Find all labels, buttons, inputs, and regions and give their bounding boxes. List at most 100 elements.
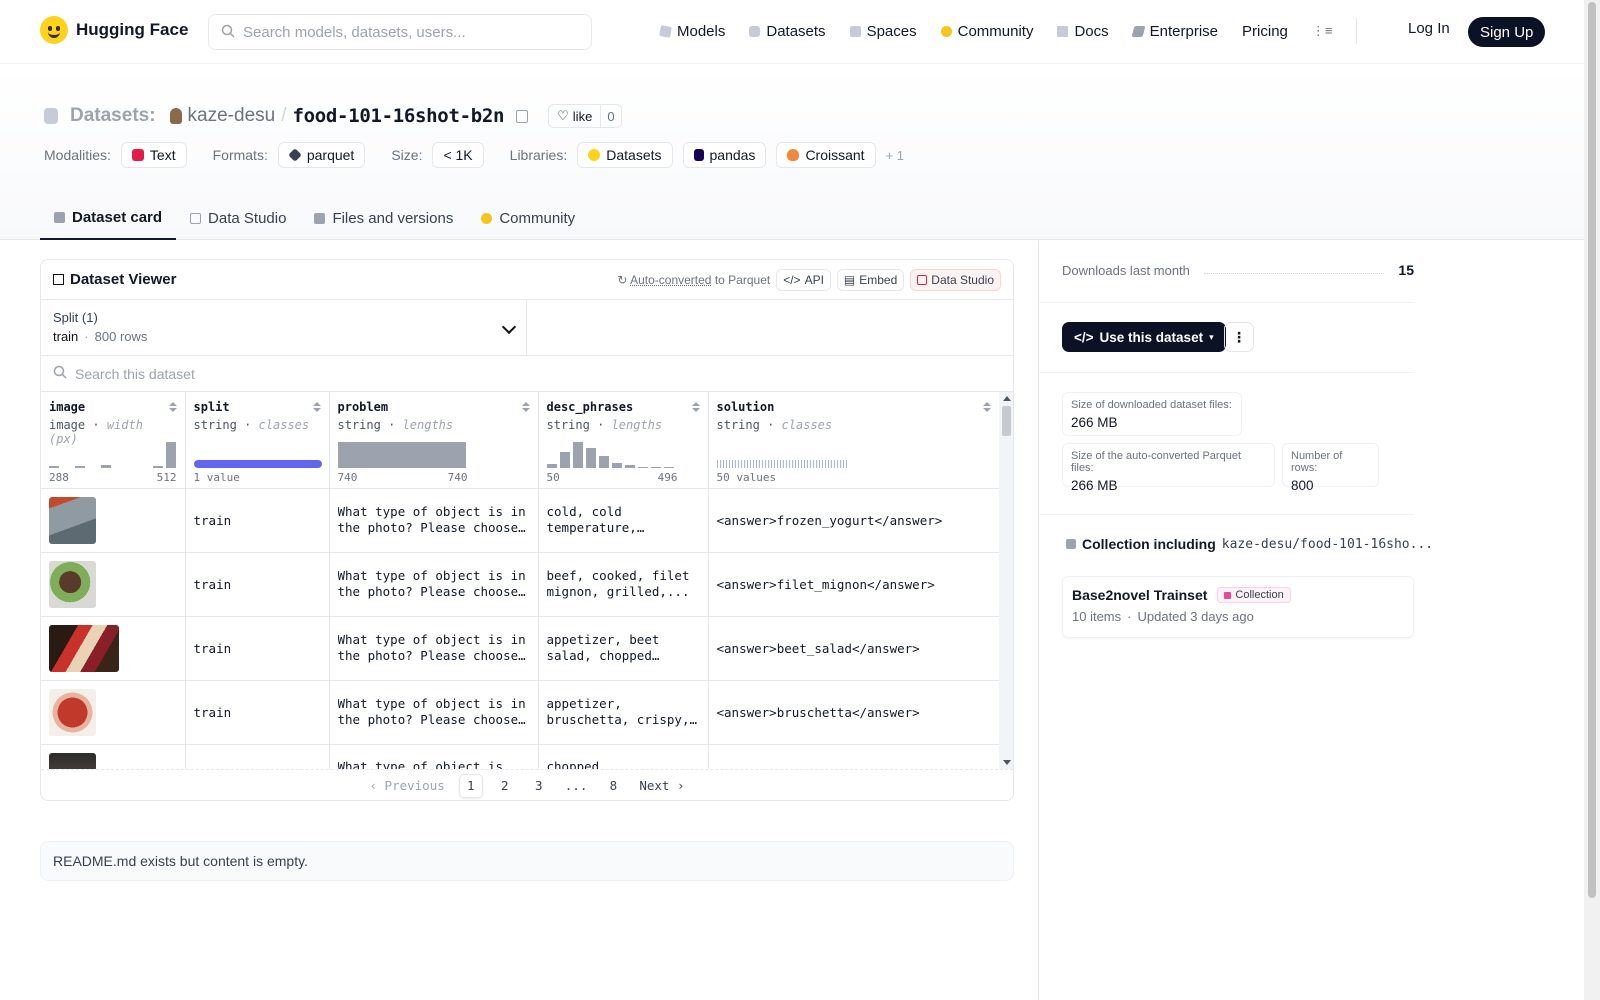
more-options-icon[interactable]: ⋮ (1224, 322, 1254, 352)
size-chip[interactable]: < 1K (432, 142, 484, 168)
format-chip[interactable]: parquet (277, 142, 366, 168)
parquet-size-stat: Size of the auto-converted Parquet files… (1062, 443, 1275, 493)
global-search[interactable] (208, 14, 592, 50)
column-header-problem[interactable]: problem string · lengths 740 740 (329, 392, 539, 489)
sort-icon[interactable] (168, 402, 177, 412)
sidebar-separator (1038, 514, 1414, 515)
collection-badge: Collection (1217, 587, 1291, 603)
community-icon (940, 25, 952, 37)
repo-kind-link[interactable]: Datasets: (70, 105, 156, 127)
downloads-label: Downloads last month (1062, 262, 1190, 278)
scroll-up-icon[interactable] (1003, 396, 1011, 401)
table-scroll-thumb[interactable] (1002, 406, 1011, 436)
collection-badge-icon (1224, 591, 1232, 599)
nav-datasets[interactable]: Datasets (749, 23, 826, 40)
row-image-thumbnail[interactable] (49, 560, 96, 608)
viewer-header: Dataset Viewer ↻ Auto-converted to Parqu… (41, 260, 1013, 300)
page-8-button[interactable]: 8 (601, 774, 625, 798)
scroll-down-icon[interactable] (1003, 760, 1011, 765)
text-modality-icon (131, 149, 144, 161)
table-icon (190, 212, 202, 224)
sort-icon[interactable] (312, 402, 321, 412)
row-image-thumbnail[interactable] (49, 624, 119, 672)
library-chip-datasets[interactable]: Datasets (577, 142, 673, 168)
table-scrollbar[interactable] (999, 392, 1013, 769)
nav-enterprise[interactable]: Enterprise (1131, 23, 1218, 40)
table-row[interactable]: What type of object is in... chopped veg… (41, 744, 999, 769)
column-header-desc-phrases[interactable]: desc_phrases string · lengths 50 496 (538, 392, 709, 489)
downloads-count: 15 (1398, 262, 1414, 278)
split-value: train · 800 rows (53, 329, 148, 344)
signup-button[interactable]: Sign Up (1468, 17, 1546, 47)
like-button[interactable]: ♡ like 0 (548, 104, 622, 128)
page-1-button[interactable]: 1 (458, 773, 483, 798)
split-selector[interactable]: Split (1) train · 800 rows (41, 300, 527, 355)
table-row[interactable]: train What type of object is in the phot… (41, 552, 999, 617)
size-label: Size: (391, 147, 423, 163)
split-classes-bar (193, 459, 322, 468)
split-row: Split (1) train · 800 rows (41, 300, 1013, 356)
repo-owner-link[interactable]: kaze-desu (169, 105, 275, 127)
more-libraries[interactable]: + 1 (886, 148, 904, 163)
library-chip-croissant[interactable]: Croissant (776, 142, 876, 168)
row-image-thumbnail[interactable] (49, 496, 96, 544)
row-image-thumbnail[interactable] (49, 688, 96, 736)
nav-spaces[interactable]: Spaces (849, 23, 917, 40)
sort-icon[interactable] (983, 402, 991, 412)
table-row[interactable]: train What type of object is in the phot… (41, 488, 999, 553)
table-row[interactable]: train What type of object is in the phot… (41, 680, 999, 745)
top-navigation: Hugging Face Models Datasets Spaces Comm… (0, 0, 1584, 64)
more-menu-icon[interactable]: ⋮≡ (1312, 23, 1333, 39)
brand-link[interactable]: Hugging Face (40, 16, 188, 44)
previous-page-button[interactable]: ‹ Previous (365, 774, 448, 798)
tab-dataset-card[interactable]: Dataset card (40, 196, 177, 240)
collection-meta: 10 items · Updated 3 days ago (1072, 609, 1254, 624)
api-button[interactable]: </> API (776, 268, 831, 291)
modality-chip[interactable]: Text (120, 142, 187, 168)
tab-files-and-versions[interactable]: Files and versions (300, 196, 467, 240)
like-count: 0 (607, 108, 615, 124)
page-3-button[interactable]: 3 (527, 774, 551, 798)
desc-length-histogram (546, 440, 674, 468)
column-header-split[interactable]: split string · classes 1 value (185, 392, 330, 489)
collections-heading: Collection including kaze-desu/food-101-… (1066, 536, 1433, 552)
viewer-title: Dataset Viewer (53, 271, 176, 288)
nav-docs[interactable]: Docs (1057, 23, 1109, 40)
column-header-image[interactable]: image image · width (px) 288 512 (41, 392, 186, 489)
downloads-sparkline (1203, 266, 1385, 274)
login-link[interactable]: Log In (1408, 20, 1450, 37)
table-row[interactable]: train What type of object is in the phot… (41, 616, 999, 681)
page-scrollbar[interactable] (1584, 0, 1600, 1000)
global-search-input[interactable] (243, 23, 573, 41)
viewer-search-input[interactable] (75, 365, 675, 382)
page-2-button[interactable]: 2 (493, 774, 517, 798)
use-this-dataset-button[interactable]: </> Use this dataset ▾ (1062, 322, 1226, 352)
nav-models[interactable]: Models (659, 23, 725, 40)
repo-slash: / (281, 105, 287, 126)
sort-icon[interactable] (691, 402, 700, 412)
nav-pricing[interactable]: Pricing (1242, 23, 1288, 40)
data-studio-button[interactable]: Data Studio (910, 268, 1001, 291)
copy-icon[interactable] (516, 109, 529, 123)
library-chip-pandas[interactable]: pandas (682, 142, 767, 168)
nav-links: Models Datasets Spaces Community Docs En… (659, 18, 1358, 44)
repo-name[interactable]: food-101-16shot-b2n (293, 105, 505, 127)
page-scroll-thumb[interactable] (1588, 2, 1596, 898)
nav-community[interactable]: Community (940, 23, 1033, 40)
auto-converted-note[interactable]: ↻ Auto-converted to Parquet (617, 273, 770, 287)
sort-icon[interactable] (521, 402, 530, 412)
embed-button[interactable]: ▤ Embed (836, 268, 905, 291)
grid-icon (53, 274, 64, 285)
enterprise-icon (1131, 25, 1146, 37)
next-page-button[interactable]: Next › (635, 774, 688, 798)
pagination: ‹ Previous 1 2 3 ... 8 Next › (41, 769, 1013, 800)
tab-community[interactable]: Community (467, 196, 589, 240)
tab-data-studio[interactable]: Data Studio (176, 196, 300, 240)
card-icon (54, 211, 65, 223)
column-header-solution[interactable]: solution string · classes 50 values (708, 392, 999, 489)
docs-icon (1057, 25, 1069, 37)
row-image-thumbnail[interactable] (49, 752, 96, 769)
viewer-search[interactable] (41, 356, 1013, 392)
collection-card[interactable]: Base2novel Trainset Collection 10 items ·… (1062, 576, 1414, 638)
refresh-icon: ↻ (617, 272, 628, 287)
